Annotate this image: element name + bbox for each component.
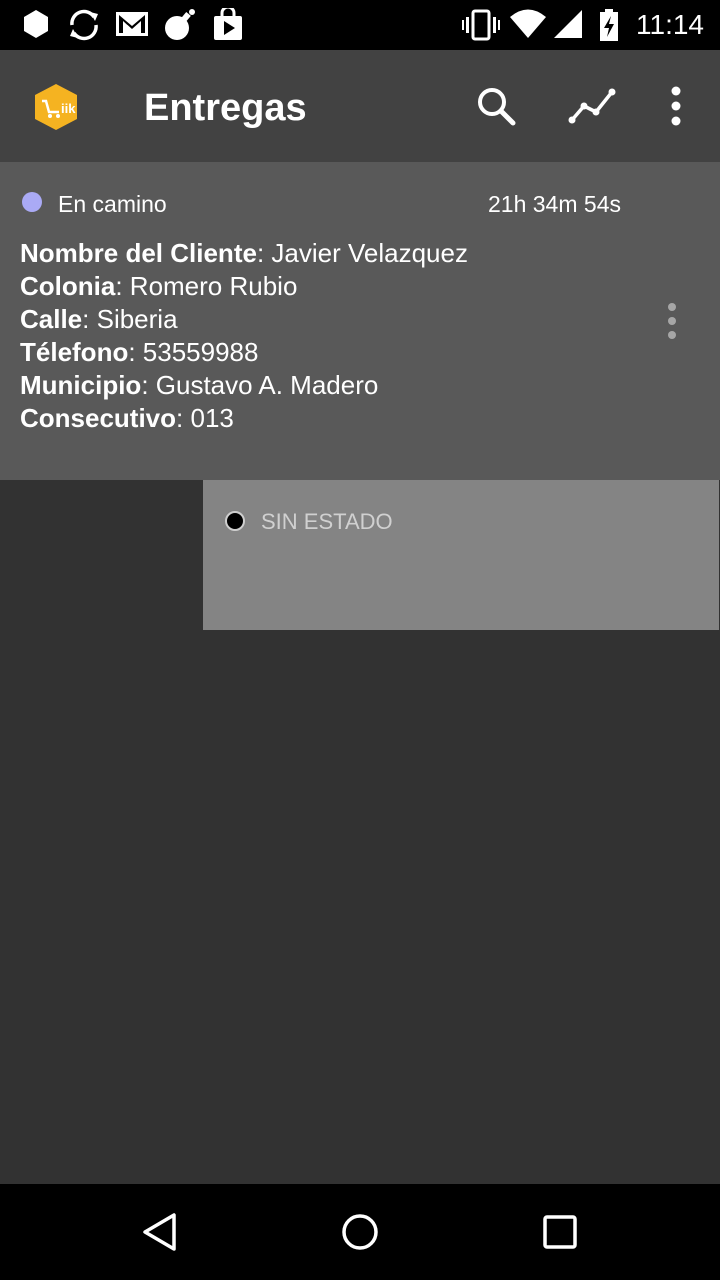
field-telefono: Télefono: 53559988 bbox=[20, 337, 259, 367]
overflow-menu-icon bbox=[671, 86, 681, 126]
status-menu bbox=[203, 480, 719, 630]
field-calle: Calle: Siberia bbox=[20, 304, 178, 334]
bomb-icon bbox=[162, 8, 198, 47]
status-time: 11:14 bbox=[636, 9, 704, 40]
back-button[interactable] bbox=[140, 1212, 180, 1252]
gmail-icon bbox=[114, 8, 150, 45]
recents-button[interactable] bbox=[540, 1212, 580, 1252]
status-option-dot bbox=[225, 511, 245, 531]
status-bar: 11:14 bbox=[0, 0, 720, 50]
field-colonia: Colonia: Romero Rubio bbox=[20, 271, 298, 301]
signal-icon bbox=[552, 8, 584, 45]
sync-icon bbox=[66, 8, 102, 47]
page-title: Entregas bbox=[144, 87, 307, 129]
battery-charging-icon bbox=[598, 8, 620, 47]
chart-icon bbox=[568, 88, 616, 124]
app-bar: iik Entregas bbox=[0, 50, 720, 162]
screen: 11:14 iik Entregas En camino 21h 34m 54s… bbox=[0, 0, 720, 1280]
search-icon bbox=[478, 88, 516, 126]
play-store-icon bbox=[212, 5, 244, 47]
navigation-bar bbox=[0, 1184, 720, 1280]
back-icon bbox=[143, 1213, 176, 1251]
wifi-icon bbox=[508, 8, 548, 45]
overflow-menu-icon bbox=[668, 303, 676, 339]
hexagon-icon bbox=[22, 8, 50, 45]
svg-text:iik: iik bbox=[61, 101, 76, 116]
recents-icon bbox=[543, 1215, 577, 1249]
elapsed-time: 21h 34m 54s bbox=[488, 191, 621, 217]
delivery-status: En camino bbox=[58, 191, 167, 217]
search-button[interactable] bbox=[472, 82, 520, 130]
app-logo-icon: iik bbox=[32, 83, 80, 131]
status-option-sin-estado[interactable]: SIN ESTADO bbox=[261, 508, 393, 536]
field-municipio: Municipio: Gustavo A. Madero bbox=[20, 370, 379, 400]
vibrate-icon bbox=[462, 8, 500, 47]
home-icon bbox=[342, 1214, 378, 1250]
field-consecutivo: Consecutivo: 013 bbox=[20, 403, 234, 433]
card-overflow-menu-button[interactable] bbox=[660, 302, 684, 342]
home-button[interactable] bbox=[340, 1212, 380, 1252]
field-client-name: Nombre del Cliente: Javier Velazquez bbox=[20, 238, 468, 268]
status-indicator-dot bbox=[22, 192, 42, 212]
overflow-menu-button[interactable] bbox=[652, 82, 700, 130]
chart-button[interactable] bbox=[568, 82, 616, 130]
